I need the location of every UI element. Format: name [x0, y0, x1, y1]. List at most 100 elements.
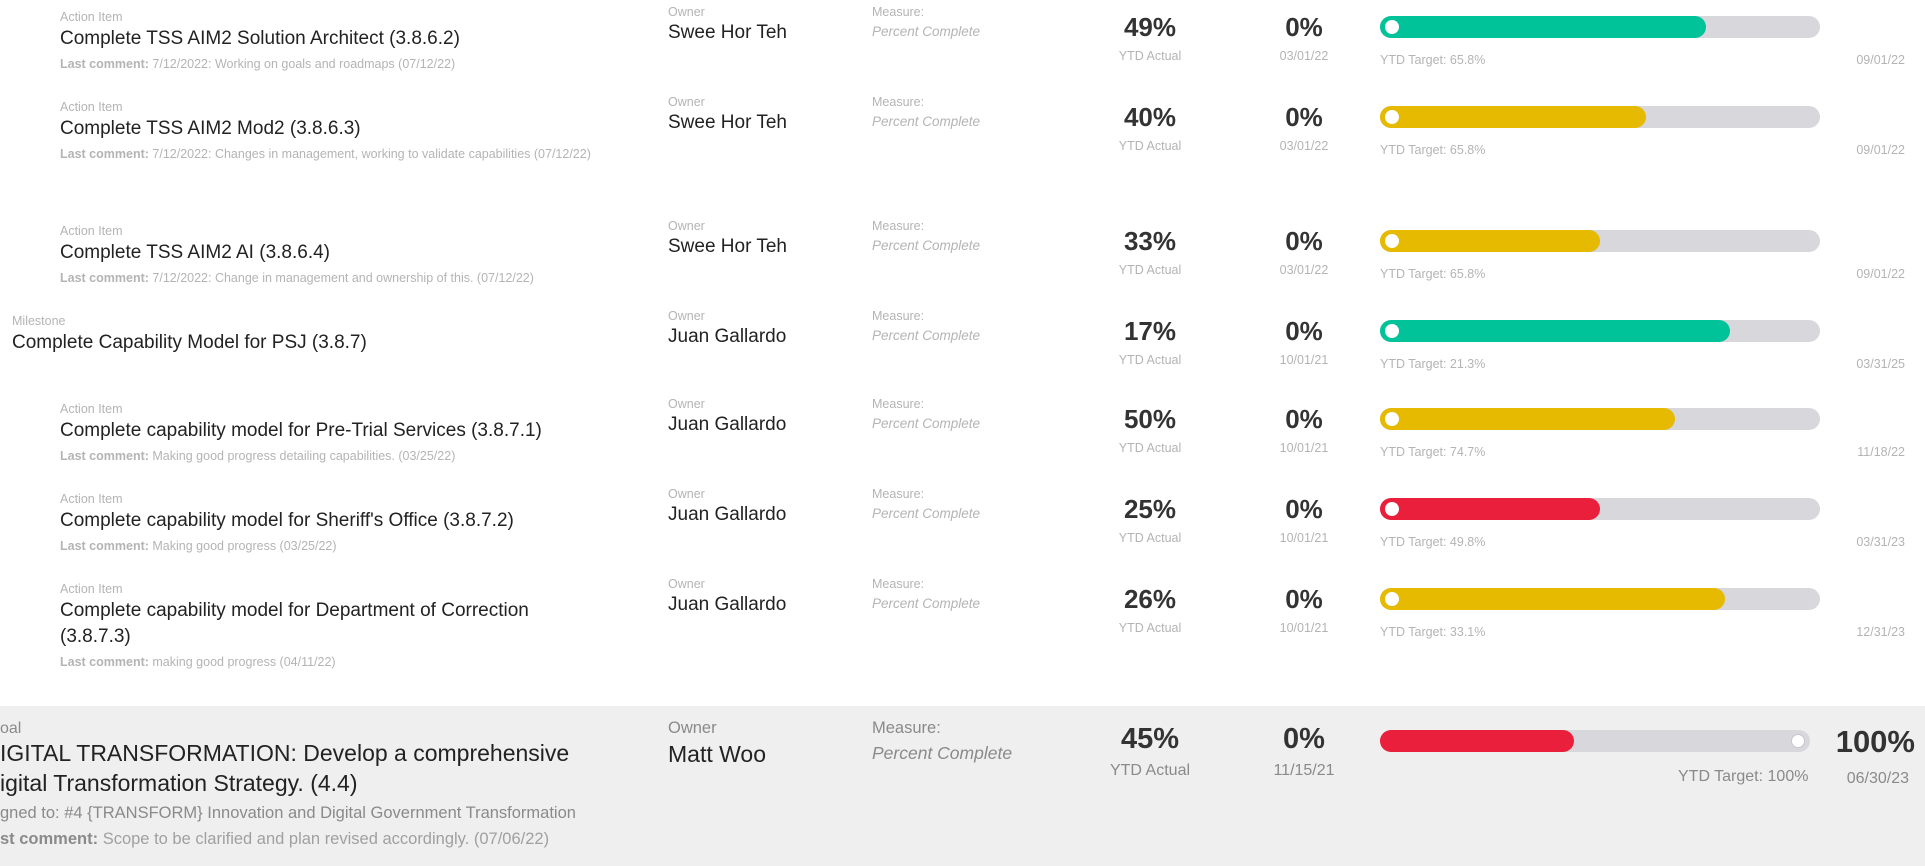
row-comment: Last comment: Making good progress (03/2…	[60, 538, 620, 555]
start-date: 03/01/22	[1279, 49, 1329, 63]
progress-bar	[1380, 16, 1820, 38]
start-date: 03/01/22	[1279, 263, 1329, 277]
row-comment: Last comment: Making good progress detai…	[60, 448, 620, 465]
period-value: 0%	[1285, 316, 1323, 346]
progress-fill	[1380, 588, 1726, 610]
row-title[interactable]: Complete TSS AIM2 Mod2 (3.8.6.3)	[60, 116, 620, 142]
progress-fill	[1380, 730, 1574, 752]
ytd-actual-label: YTD Actual	[1109, 762, 1191, 779]
row-type: Action Item	[60, 492, 123, 506]
comment-label: Last comment:	[60, 147, 149, 161]
comment-text: Scope to be clarified and plan revised a…	[102, 830, 550, 848]
row-type: Action Item	[60, 582, 123, 596]
measure-label: Measure:	[872, 577, 925, 591]
end-date: 11/18/22	[1857, 445, 1905, 459]
row-title[interactable]: Complete capability model for Pre-Trial …	[60, 418, 620, 444]
row-type: Action Item	[60, 224, 123, 238]
row-title[interactable]: Complete Capability Model for PSJ (3.8.7…	[12, 330, 572, 356]
owner-name: Juan Gallardo	[668, 504, 787, 525]
progress-bar	[1380, 730, 1810, 752]
measure-label: Measure:	[872, 397, 925, 411]
ytd-actual-value: 49%	[1123, 12, 1177, 42]
owner-name: Swee Hor Teh	[668, 236, 787, 257]
owner-label: Owner	[668, 95, 705, 109]
goal-title-line2[interactable]: igital Transformation Strategy. (4.4)	[0, 768, 640, 798]
measure-label: Measure:	[872, 219, 925, 233]
ytd-actual-label: YTD Actual	[1118, 139, 1182, 153]
comment-text: 7/12/2022: Changes in management, workin…	[152, 147, 591, 161]
end-date: 03/31/25	[1856, 357, 1905, 371]
progress-bar	[1380, 230, 1820, 252]
comment-label: Last comment:	[60, 271, 149, 285]
measure-value: Percent Complete	[872, 596, 981, 611]
row-type: Action Item	[60, 10, 123, 24]
ytd-target: YTD Target: 49.8%	[1380, 535, 1486, 549]
measure-value: Percent Complete	[872, 238, 981, 253]
progress-knob	[1385, 592, 1399, 606]
owner-label: Owner	[668, 309, 705, 323]
goal-title-line1[interactable]: IGITAL TRANSFORMATION: Develop a compreh…	[0, 738, 640, 768]
measure-label: Measure:	[872, 719, 941, 737]
start-date: 11/15/21	[1273, 762, 1335, 779]
start-date: 10/01/21	[1279, 441, 1329, 455]
progress-fill	[1380, 106, 1647, 128]
owner-name: Juan Gallardo	[668, 414, 787, 435]
start-date: 10/01/21	[1279, 531, 1329, 545]
ytd-target: YTD Target: 65.8%	[1380, 53, 1486, 67]
ytd-actual-value: 45%	[1120, 723, 1180, 755]
measure-label: Measure:	[872, 5, 925, 19]
ytd-target: YTD Target: 65.8%	[1380, 143, 1486, 157]
measure-value: Percent Complete	[872, 416, 981, 431]
ytd-actual-value: 26%	[1123, 584, 1177, 614]
measure-label: Measure:	[872, 95, 925, 109]
ytd-target: YTD Target: 74.7%	[1380, 445, 1486, 459]
owner-label: Owner	[668, 397, 705, 411]
measure-value: Percent Complete	[872, 328, 981, 343]
ytd-actual-value: 33%	[1123, 226, 1177, 256]
progress-fill	[1380, 16, 1706, 38]
owner-name: Juan Gallardo	[668, 326, 787, 347]
ytd-actual-label: YTD Actual	[1118, 49, 1182, 63]
end-date: 09/01/22	[1856, 143, 1905, 157]
comment-label: Last comment:	[60, 449, 149, 463]
progress-bar	[1380, 408, 1820, 430]
comment-text: 7/12/2022: Change in management and owne…	[152, 271, 534, 285]
comment-label: Last comment:	[60, 655, 149, 669]
goal-row[interactable]: oal IGITAL TRANSFORMATION: Develop a com…	[0, 706, 1925, 866]
row-title[interactable]: Complete capability model for Sheriff's …	[60, 508, 620, 534]
period-value: 0%	[1285, 494, 1323, 524]
row-title[interactable]: Complete TSS AIM2 AI (3.8.6.4)	[60, 240, 620, 266]
owner-name: Swee Hor Teh	[668, 112, 787, 133]
progress-knob	[1385, 412, 1399, 426]
ytd-actual-label: YTD Actual	[1118, 621, 1182, 635]
comment-text: 7/12/2022: Working on goals and roadmaps…	[152, 57, 456, 71]
period-value: 0%	[1283, 723, 1325, 755]
progress-bar	[1380, 320, 1820, 342]
ytd-actual-label: YTD Actual	[1118, 263, 1182, 277]
progress-bar	[1380, 498, 1820, 520]
comment-text: Making good progress (03/25/22)	[152, 539, 337, 553]
start-date: 10/01/21	[1279, 353, 1329, 367]
progress-knob	[1385, 234, 1399, 248]
owner-label: Owner	[668, 487, 705, 501]
period-value: 0%	[1285, 102, 1323, 132]
progress-bar	[1380, 106, 1820, 128]
ytd-target: YTD Target: 21.3%	[1380, 357, 1486, 371]
ytd-actual-value: 25%	[1123, 494, 1177, 524]
progress-knob	[1385, 20, 1399, 34]
end-date: 03/31/23	[1856, 535, 1905, 549]
progress-end-knob	[1791, 734, 1805, 748]
start-date: 10/01/21	[1279, 621, 1329, 635]
row-title[interactable]: Complete TSS AIM2 Solution Architect (3.…	[60, 26, 620, 52]
owner-label: Owner	[668, 577, 705, 591]
owner-name: Swee Hor Teh	[668, 22, 787, 43]
owner-name: Juan Gallardo	[668, 594, 787, 615]
ytd-actual-label: YTD Actual	[1118, 531, 1182, 545]
goal-comment: st comment: Scope to be clarified and pl…	[0, 828, 640, 850]
owner-name: Matt Woo	[668, 741, 766, 767]
end-date: 09/01/22	[1856, 53, 1905, 67]
progress-fill	[1380, 230, 1600, 252]
row-title[interactable]: Complete capability model for Department…	[60, 598, 580, 650]
measure-value: Percent Complete	[872, 743, 1013, 763]
measure-value: Percent Complete	[872, 506, 981, 521]
